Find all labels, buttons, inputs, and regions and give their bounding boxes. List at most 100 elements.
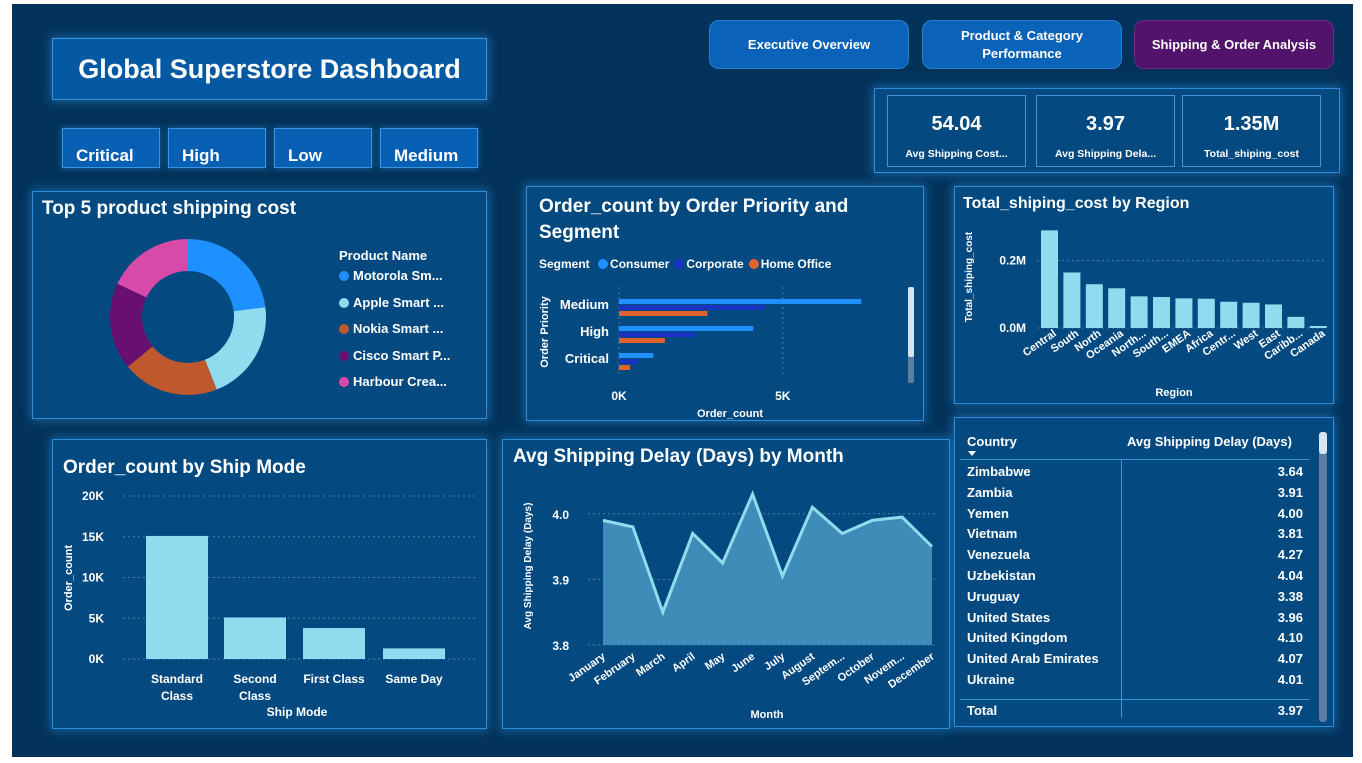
delay-area-chart[interactable]: 3.83.94.0JanuaryFebruaryMarch April May Jun… [503,480,951,730]
table-row[interactable]: Vietnam 3.81 [967,526,1303,547]
x-axis-label: Region [1155,387,1193,399]
bar-home-office[interactable] [619,365,631,370]
chart-scrollbar[interactable] [908,287,914,383]
total-value: 3.97 [1277,703,1303,718]
ship-mode-bar[interactable] [383,648,445,659]
country-delay-table-panel: Country Avg Shipping Delay (Days) Zimbab… [954,417,1334,727]
order-priority-segment-panel: Order_count by Order Priority and Segmen… [526,186,924,421]
y-axis-label: Order Priority [539,295,551,367]
region-bar[interactable] [1041,230,1058,328]
legend-item[interactable]: Motorola Sm... [339,268,479,295]
table-scrollbar[interactable] [1319,432,1327,722]
ship-mode-bar-chart[interactable]: 0K 5K 10K 15K 20K Standard Class Second Class Fir… [53,480,488,730]
x-tick-label: Second [233,672,276,686]
region-bar[interactable] [1197,298,1215,328]
donut-slice[interactable] [117,239,188,298]
column-header-delay[interactable]: Avg Shipping Delay (Days) [1127,434,1292,449]
bar-consumer[interactable] [619,353,654,358]
region-bar-chart[interactable]: 0.0M0.2MCentralSouthNorthOceaniaNorth...… [955,215,1335,403]
bar-consumer[interactable] [619,326,754,331]
region-bar[interactable] [1265,304,1282,328]
panel-title: Order_count by Ship Mode [63,457,306,478]
legend-item[interactable]: Home Office [748,257,832,271]
bar-consumer[interactable] [619,299,862,304]
scrollbar-thumb[interactable] [908,287,914,357]
table-row[interactable]: United States 3.96 [967,610,1303,631]
bar-home-office[interactable] [619,338,665,343]
table-row[interactable]: Zambia 3.91 [967,485,1303,506]
table-row[interactable]: Uzbekistan 4.04 [967,568,1303,589]
slicer-low[interactable]: Low [274,128,372,168]
table-row[interactable]: Ukraine 4.01 [967,672,1303,693]
y-tick-label: 0.0M [999,321,1026,335]
area-fill [603,494,932,645]
legend-item[interactable]: Harbour Crea... [339,374,479,401]
region-bar[interactable] [1242,302,1260,328]
table-body: Zimbabwe 3.64 Zambia 3.91 Yemen 4.00 Vietnam 3.… [955,464,1315,696]
region-bar[interactable] [1063,272,1081,328]
dashboard-title: Global Superstore Dashboard [52,38,487,100]
kpi-label: Total_shiping_cost [1204,148,1299,160]
legend-item[interactable]: Cisco Smart P... [339,348,479,375]
region-bar[interactable] [1153,297,1170,328]
table-row[interactable]: United Arab Emirates 4.07 [967,651,1303,672]
y-tick-label: 20K [82,489,104,503]
x-axis-label: Month [751,709,784,721]
legend-item[interactable]: Apple Smart ... [339,295,479,322]
bar-corporate[interactable] [619,359,638,364]
region-bar[interactable] [1130,296,1148,328]
delay-cell: 4.07 [1277,651,1303,667]
slicer-critical[interactable]: Critical [62,128,160,168]
legend-item[interactable]: Corporate [674,257,744,271]
y-tick-label: Critical [565,351,609,366]
sort-desc-icon[interactable] [968,451,976,456]
region-bar[interactable] [1309,325,1327,328]
y-axis-label: Total_shiping_cost [964,231,975,322]
delay-cell: 3.64 [1277,464,1303,479]
delay-cell: 3.96 [1277,609,1303,625]
legend-dot-icon [339,377,349,387]
table-row[interactable]: United Kingdom 4.10 [967,630,1303,651]
region-bar[interactable] [1220,301,1238,328]
nav-product-category-button[interactable]: Product & Category Performance [922,20,1122,69]
priority-bar-chart[interactable]: 0K 5K Medium High Critical Order_count Order P… [527,277,925,422]
slicer-high[interactable]: High [168,128,266,168]
region-bar[interactable] [1287,316,1305,328]
column-header-country[interactable]: Country [967,434,1017,449]
country-cell: Zambia [967,484,1013,500]
y-axis-label: Order_count [63,545,75,611]
country-cell: United Arab Emirates [967,651,1099,667]
legend-label: Home Office [760,257,832,271]
scrollbar-thumb[interactable] [1319,432,1327,454]
table-row[interactable]: Uruguay 3.38 [967,589,1303,610]
y-axis-label: Avg Shipping Delay (Days) [523,503,534,630]
region-bar[interactable] [1085,284,1103,328]
bar-corporate[interactable] [619,332,695,337]
table-row[interactable]: Yemen 4.00 [967,506,1303,527]
ship-mode-bar[interactable] [224,617,286,659]
donut-chart[interactable] [103,232,273,402]
nav-executive-overview-button[interactable]: Executive Overview [709,20,909,69]
table-row[interactable]: Zimbabwe 3.64 [967,464,1303,485]
legend-item[interactable]: Nokia Smart ... [339,321,479,348]
ship-mode-bar[interactable] [146,535,208,659]
slicer-medium[interactable]: Medium [380,128,478,168]
bar-home-office[interactable] [619,311,708,316]
region-bar[interactable] [1175,298,1193,328]
nav-shipping-order-button[interactable]: Shipping & Order Analysis [1134,20,1334,69]
top5-shipping-cost-panel: Top 5 product shipping cost Product Name… [32,191,487,419]
delay-cell: 4.01 [1277,672,1303,687]
donut-slice[interactable] [188,239,266,312]
bar-corporate[interactable] [619,305,765,310]
region-bar[interactable] [1108,288,1126,328]
ship-mode-bar[interactable] [303,628,365,659]
donut-slice[interactable] [204,307,266,390]
y-tick-label: 5K [89,611,105,625]
panel-title: Top 5 product shipping cost [42,198,297,219]
kpi-label: Avg Shipping Dela... [1054,148,1157,160]
y-tick-label: High [580,324,609,339]
legend-item[interactable]: Consumer [598,257,669,271]
legend-dot-icon [339,350,349,361]
table-row[interactable]: Venezuela 4.27 [967,547,1303,568]
x-tick-label: March [634,650,668,679]
